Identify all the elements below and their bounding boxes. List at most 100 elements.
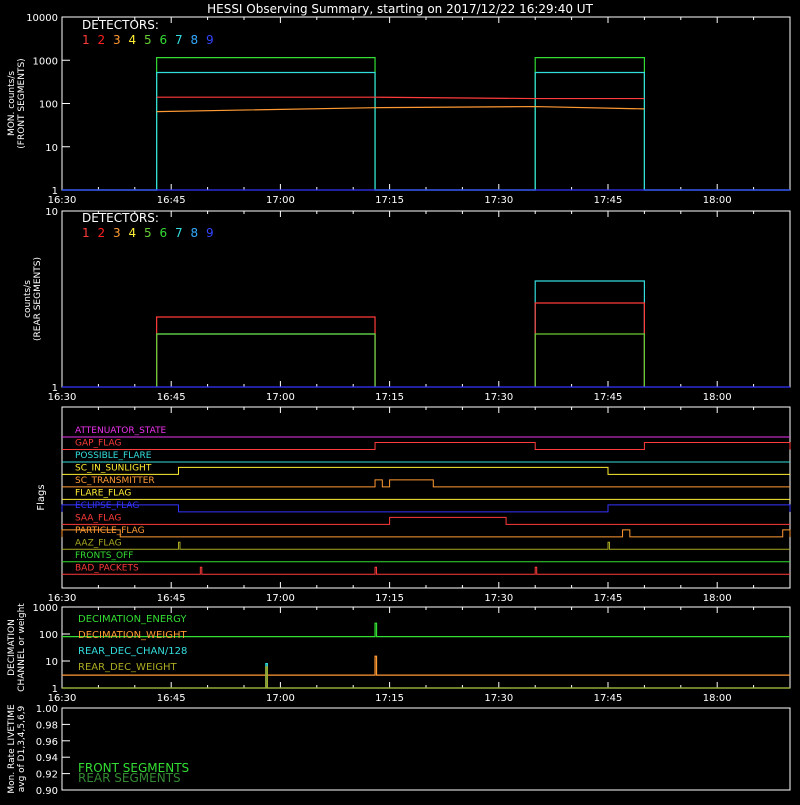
- live-y-tick-label: 1.00: [36, 704, 58, 715]
- dec-panel: 16:30 16:45 17:00 17:15 17:30 17:45 18:0011010…: [7, 603, 791, 704]
- front-series-line: [156, 105, 645, 113]
- flag-row-label: SAA_FLAG: [75, 513, 121, 523]
- front-y-axis-label: MON. counts/s: [7, 71, 17, 136]
- rear-series-line: [156, 333, 376, 387]
- front-y-tick-label: 10: [45, 143, 58, 154]
- flag-row-label: BAD_PACKETS: [75, 563, 139, 573]
- front-legend-detector: 1: [82, 33, 90, 47]
- front-legend-detector: 8: [191, 33, 199, 47]
- flag-row-label: GAP_FLAG: [75, 438, 121, 448]
- dec-legend-entry: DECIMATION_WEIGHT: [78, 630, 187, 641]
- flag-row-label: AAZ_FLAG: [75, 538, 122, 548]
- rear-legend-detector: 8: [191, 226, 199, 240]
- observing-summary-figure: HESSI Observing Summary, starting on 201…: [0, 0, 800, 800]
- front-time-tick-label: 16:45: [157, 195, 186, 206]
- front-legend-detector: 7: [175, 33, 183, 47]
- front-time-tick-label: 17:00: [266, 195, 295, 206]
- rear-time-tick-label: 17:45: [594, 392, 623, 403]
- flag-row-label: FRONTS_OFF: [75, 551, 133, 561]
- flags-time-tick-label: 18:00: [703, 593, 732, 604]
- flag-row-line: [62, 479, 790, 488]
- dec-time-tick-label: 17:30: [484, 693, 513, 704]
- front-y-tick-label: 1: [52, 186, 58, 197]
- rear-y-axis-label: counts/s: [23, 280, 33, 318]
- rear-legend-detector: 9: [206, 226, 214, 240]
- rear-legend-detector: 6: [160, 226, 168, 240]
- front-series-line: [156, 96, 645, 100]
- rear-time-tick-label: 18:00: [703, 392, 732, 403]
- flag-row-label: ECLIPSE_FLAG: [75, 501, 139, 511]
- dec-time-tick-label: 16:45: [157, 693, 186, 704]
- flag-row-label: PARTICLE_FLAG: [75, 526, 145, 536]
- dec-y-tick-label: 1: [52, 684, 58, 695]
- flag-row-line: [62, 441, 791, 450]
- front-legend-detector: 4: [129, 33, 137, 47]
- flags-y-axis-label: Flags: [36, 484, 47, 510]
- flags-time-tick-label: 16:45: [157, 593, 186, 604]
- flag-row-line: [62, 566, 790, 575]
- rear-legend-detector: 5: [144, 226, 152, 240]
- rear-series-line: [534, 333, 646, 387]
- dec-y-axis-label: DECIMATION: [7, 619, 17, 676]
- live-legend-entry: REAR SEGMENTS: [78, 771, 181, 785]
- rear-frame: [61, 210, 791, 388]
- front-legend-detector: 9: [206, 33, 214, 47]
- flag-row-line: [61, 504, 791, 513]
- dec-legend-entry: REAR_DEC_WEIGHT: [78, 662, 177, 673]
- rear-series-line: [156, 333, 376, 387]
- dec-legend-entry: REAR_DEC_CHAN/128: [78, 646, 187, 657]
- flags-time-tick-label: 17:45: [594, 593, 623, 604]
- front-frame: [61, 16, 791, 191]
- live-y-tick-label: 0.94: [36, 753, 58, 764]
- front-time-tick-label: 17:15: [375, 195, 404, 206]
- live-y-tick-label: 0.96: [36, 737, 58, 748]
- flag-row-label: FLARE_FLAG: [75, 488, 131, 498]
- rear-legend-detector: 4: [129, 226, 137, 240]
- front-panel: 16:30 16:45 17:00 17:15 17:30 17:45 18:0011010…: [7, 13, 791, 206]
- live-y-tick-label: 0.92: [36, 770, 58, 781]
- front-y-tick-label: 10000: [26, 13, 58, 24]
- rear-legend-detector: 2: [98, 226, 106, 240]
- rear-series-line: [156, 316, 376, 387]
- front-legend-detector: 2: [98, 33, 106, 47]
- live-panel: 0.90 0.92 0.94 0.96 0.98 1.00 Mon. Rate LIVETI…: [7, 704, 791, 797]
- dec-time-tick-label: 17:15: [375, 693, 404, 704]
- rear-y-axis-label: (REAR SEGMENTS): [33, 257, 43, 341]
- flag-row-label: ATTENUATOR_STATE: [75, 426, 167, 436]
- flag-row-label: SC_TRANSMITTER: [75, 476, 155, 486]
- rear-legend-detector: 7: [175, 226, 183, 240]
- dec-y-tick-label: 100: [39, 630, 58, 641]
- rear-time-tick-label: 17:30: [484, 392, 513, 403]
- dec-y-axis-label: CHANNEL or weight: [17, 603, 27, 692]
- flags-panel: 16:30 16:45 17:00 17:15 17:30 17:45 18:00Flags…: [36, 406, 791, 604]
- flag-row-label: POSSIBLE_FLARE: [75, 451, 152, 461]
- rear-y-tick-label: 10: [45, 207, 58, 218]
- front-y-axis-label: (FRONT SEGMENTS): [17, 58, 27, 148]
- live-y-axis-label: avg of D1,3,4,5,6,9: [17, 705, 27, 792]
- live-y-axis-label: Mon. Rate LIVETIME: [7, 704, 17, 794]
- flags-time-tick-label: 17:00: [266, 593, 295, 604]
- front-series-line: [62, 57, 790, 191]
- dec-y-tick-label: 1000: [33, 603, 58, 614]
- flag-row-line: [62, 466, 790, 475]
- front-time-tick-label: 17:30: [484, 195, 513, 206]
- rear-series-line: [534, 302, 646, 387]
- rear-legend-title: DETECTORS:: [82, 211, 159, 225]
- figure-canvas: HESSI Observing Summary, starting on 201…: [7, 2, 791, 797]
- flag-row-line: [61, 529, 791, 538]
- rear-time-tick-label: 17:00: [266, 392, 295, 403]
- flag-row-line: [62, 516, 790, 525]
- flags-time-tick-label: 17:30: [484, 593, 513, 604]
- front-y-tick-label: 1000: [33, 56, 58, 67]
- live-y-tick-label: 0.98: [36, 720, 58, 731]
- dec-time-tick-label: 18:00: [703, 693, 732, 704]
- front-time-tick-label: 18:00: [703, 195, 732, 206]
- rear-time-tick-label: 17:15: [375, 392, 404, 403]
- front-y-tick-label: 100: [39, 100, 58, 111]
- rear-y-tick-label: 1: [52, 383, 58, 394]
- dec-time-tick-label: 17:45: [594, 693, 623, 704]
- dec-time-tick-label: 17:00: [266, 693, 295, 704]
- flags-frame: [61, 406, 791, 589]
- front-series-line: [62, 71, 790, 191]
- figure-title: HESSI Observing Summary, starting on 201…: [207, 2, 593, 16]
